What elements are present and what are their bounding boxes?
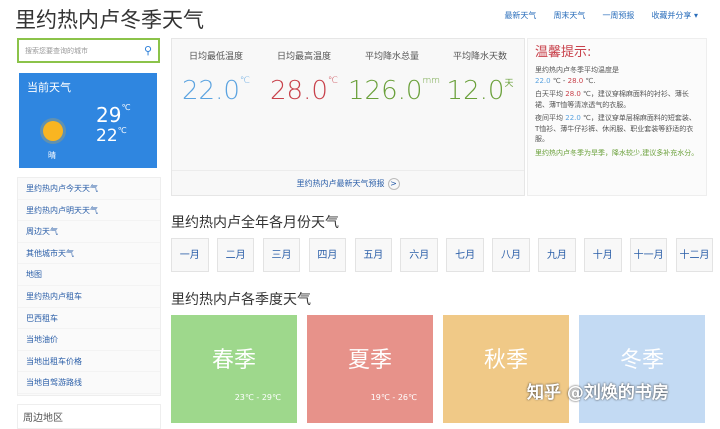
- sidebar-link[interactable]: 里约热内卢租车: [18, 286, 160, 308]
- tips-panel: 温馨提示: 里约热内卢冬季平均温度是 22.0 ℃ - 28.0 ℃. 白天平均 …: [527, 38, 707, 196]
- month-button[interactable]: 八月: [492, 238, 530, 272]
- stat-precip-days: 平均降水天数 12.0天: [446, 52, 514, 106]
- sidebar-link[interactable]: 里约热内卢今天天气: [18, 178, 160, 200]
- sidebar-link[interactable]: 其他城市天气: [18, 243, 160, 265]
- season-winter[interactable]: 冬季: [579, 315, 705, 423]
- month-button[interactable]: 十一月: [629, 238, 668, 272]
- seasons-heading: 里约热内卢各季度天气: [171, 292, 311, 308]
- stat-max-temp: 日均最高温度 28.0℃: [270, 52, 338, 106]
- month-button[interactable]: 六月: [400, 238, 438, 272]
- sidebar-link[interactable]: 当地自驾游路线: [18, 372, 160, 394]
- stats-panel: 日均最低温度 22.0℃ 日均最高温度 28.0℃ 平均降水总量 126.0mm 平均…: [171, 38, 525, 196]
- season-autumn[interactable]: 秋季 19℃: [443, 315, 569, 423]
- watermark: 知乎 @刘焕的书房: [527, 383, 669, 403]
- nearby-heading: 周边地区: [17, 404, 161, 429]
- sidebar-link[interactable]: 当地油价: [18, 329, 160, 351]
- season-summer[interactable]: 夏季 19℃ - 26℃: [307, 315, 433, 423]
- month-button[interactable]: 七月: [446, 238, 484, 272]
- forecast-link[interactable]: 里约热内卢最新天气预报 >: [172, 170, 524, 195]
- season-cards: 春季 23℃ - 29℃ 夏季 19℃ - 26℃ 秋季 19℃ 冬季: [171, 315, 705, 423]
- month-button[interactable]: 五月: [354, 238, 393, 272]
- top-nav: 最新天气 周末天气 一周预报 收藏并分享 ▾: [504, 10, 698, 21]
- current-weather-card: 当前天气 晴 29℃ 22℃: [19, 73, 157, 168]
- month-button[interactable]: 十二月: [675, 238, 714, 272]
- sidebar-link[interactable]: 巴西租车: [18, 308, 160, 330]
- nav-favorite-share[interactable]: 收藏并分享 ▾: [651, 10, 698, 21]
- stat-min-temp: 日均最低温度 22.0℃: [182, 52, 250, 106]
- nav-weekend-weather[interactable]: 周末天气: [553, 10, 585, 21]
- months-heading: 里约热内卢全年各月份天气: [171, 215, 339, 231]
- search-input[interactable]: 搜索您要查询的城市 ⚲: [17, 38, 160, 63]
- sidebar-link[interactable]: 里约热内卢明天天气: [18, 200, 160, 222]
- sidebar-link[interactable]: 地图: [18, 264, 160, 286]
- current-weather-heading: 当前天气: [27, 81, 71, 94]
- current-high: 29℃: [96, 103, 131, 127]
- stat-precip-total: 平均降水总量 126.0mm: [348, 52, 440, 106]
- chevron-right-icon[interactable]: >: [387, 178, 400, 190]
- month-button[interactable]: 二月: [216, 238, 255, 272]
- nav-latest-weather[interactable]: 最新天气: [504, 10, 536, 21]
- search-placeholder: 搜索您要查询的城市: [25, 46, 88, 55]
- current-low: 22℃: [96, 126, 127, 146]
- sidebar-link[interactable]: 周边天气: [18, 221, 160, 243]
- month-button[interactable]: 九月: [538, 238, 576, 272]
- sidebar-links: 里约热内卢今天天气 里约热内卢明天天气 周边天气 其他城市天气 地图 里约热内卢…: [17, 177, 161, 396]
- month-button[interactable]: 一月: [171, 238, 209, 272]
- page-title: 里约热内卢冬季天气: [15, 8, 204, 32]
- month-button[interactable]: 四月: [308, 238, 347, 272]
- sun-icon: [43, 121, 63, 141]
- tips-heading: 温馨提示:: [535, 45, 592, 60]
- season-spring[interactable]: 春季 23℃ - 29℃: [171, 315, 297, 423]
- month-button[interactable]: 十月: [584, 238, 622, 272]
- month-button[interactable]: 三月: [262, 238, 301, 272]
- nav-week-forecast[interactable]: 一周预报: [602, 10, 634, 21]
- month-buttons: 一月 二月 三月 四月 五月 六月 七月 八月 九月 十月 十一月 十二月: [171, 238, 714, 272]
- search-icon[interactable]: ⚲: [144, 44, 152, 57]
- sidebar-link[interactable]: 当地出租车价格: [18, 351, 160, 373]
- current-condition: 晴: [48, 151, 56, 160]
